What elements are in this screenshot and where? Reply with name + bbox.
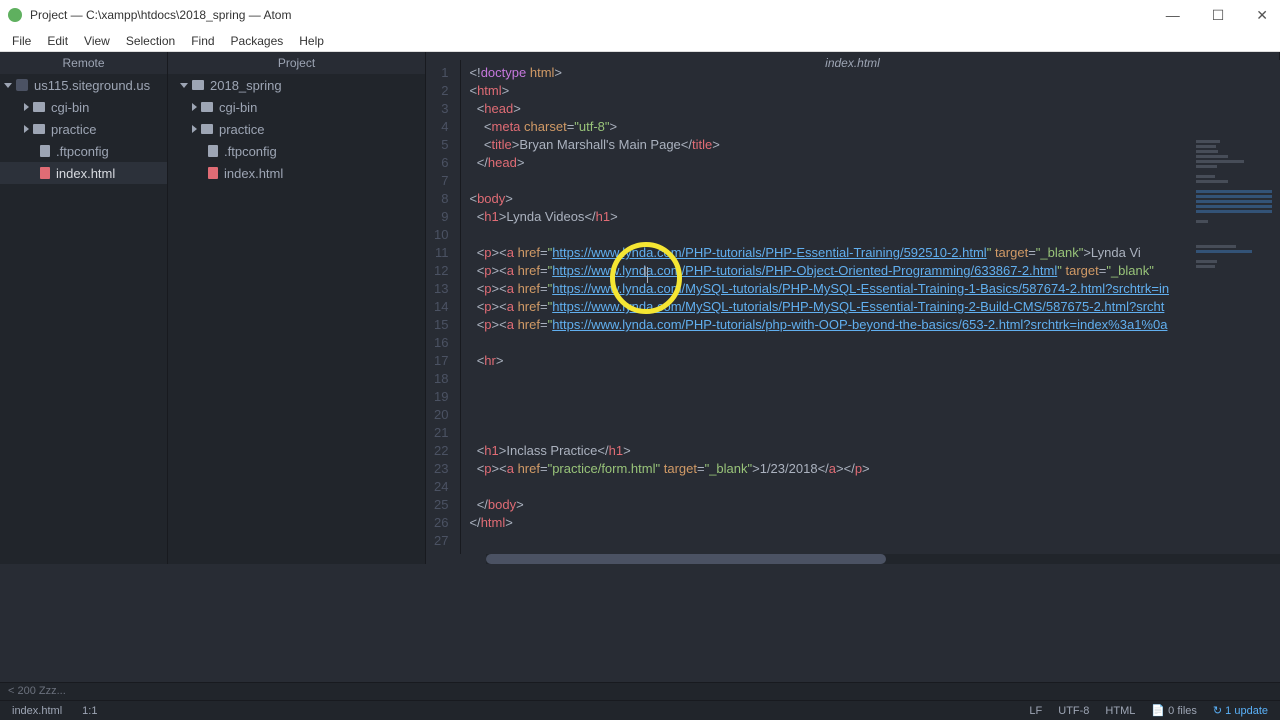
tree-item-label: .ftpconfig [56, 144, 109, 159]
menu-edit[interactable]: Edit [39, 32, 76, 50]
chevron-right-icon [192, 103, 197, 111]
horizontal-scrollbar[interactable] [486, 554, 1280, 564]
menu-selection[interactable]: Selection [118, 32, 183, 50]
tree-item-label: cgi-bin [51, 100, 89, 115]
folder-icon [33, 102, 45, 112]
status-update[interactable]: ↻ 1 update [1213, 704, 1268, 717]
project-pane-header: Project [168, 52, 426, 74]
menu-bar: File Edit View Selection Find Packages H… [0, 30, 1280, 52]
tree-item[interactable]: practice [168, 118, 425, 140]
status-language[interactable]: HTML [1105, 705, 1135, 717]
folder-icon [192, 80, 204, 90]
menu-help[interactable]: Help [291, 32, 332, 50]
remote-pane-header: Remote [0, 52, 168, 74]
tree-item-label: cgi-bin [219, 100, 257, 115]
code-content[interactable]: <!doctype html><html> <head> <meta chars… [461, 60, 1169, 554]
atom-icon [8, 8, 22, 22]
project-tree[interactable]: 2018_spring cgi-bin practice .ftpconfig ind… [168, 74, 426, 564]
tree-item-label: practice [51, 122, 97, 137]
line-gutter: 1234567891011121314151617181920212223242… [426, 60, 461, 554]
tree-item-label: practice [219, 122, 265, 137]
tree-item[interactable]: cgi-bin [168, 96, 425, 118]
close-button[interactable]: ✕ [1252, 7, 1272, 24]
tree-item-label: .ftpconfig [224, 144, 277, 159]
tree-item[interactable]: index.html [168, 162, 425, 184]
menu-packages[interactable]: Packages [223, 32, 292, 50]
remote-tree[interactable]: us115.siteground.us cgi-bin practice .ftpc… [0, 74, 168, 564]
menu-file[interactable]: File [4, 32, 39, 50]
menu-view[interactable]: View [76, 32, 118, 50]
tree-item-label: index.html [224, 166, 283, 181]
server-icon [16, 79, 28, 91]
chevron-down-icon [180, 83, 188, 88]
folder-icon [33, 124, 45, 134]
file-icon [208, 145, 218, 157]
chevron-right-icon [192, 125, 197, 133]
project-root[interactable]: 2018_spring [168, 74, 425, 96]
window-title: Project — C:\xampp\htdocs\2018_spring — … [30, 8, 291, 22]
tree-item[interactable]: index.html [0, 162, 167, 184]
status-encoding[interactable]: UTF-8 [1058, 705, 1089, 717]
menu-find[interactable]: Find [183, 32, 222, 50]
tree-item[interactable]: .ftpconfig [0, 140, 167, 162]
tree-item[interactable]: cgi-bin [0, 96, 167, 118]
code-editor[interactable]: 1234567891011121314151617181920212223242… [426, 60, 1280, 554]
status-bar: index.html 1:1 LF UTF-8 HTML 📄 0 files ↻… [0, 700, 1280, 720]
chevron-right-icon [24, 125, 29, 133]
chevron-down-icon [4, 83, 12, 88]
remote-root[interactable]: us115.siteground.us [0, 74, 167, 96]
status-files[interactable]: 📄 0 files [1151, 704, 1197, 717]
tree-item-label: index.html [56, 166, 115, 181]
title-bar: Project — C:\xampp\htdocs\2018_spring — … [0, 0, 1280, 30]
tree-item[interactable]: practice [0, 118, 167, 140]
minimap[interactable] [1196, 140, 1276, 260]
folder-icon [201, 124, 213, 134]
status-cursor-pos[interactable]: 1:1 [82, 705, 97, 717]
scroll-thumb[interactable] [486, 554, 886, 564]
hint-bar: < 200 Zzz... [0, 682, 1280, 700]
html-file-icon [40, 167, 50, 179]
file-icon [40, 145, 50, 157]
maximize-button[interactable]: ☐ [1208, 7, 1229, 24]
minimize-button[interactable]: — [1162, 7, 1184, 24]
window-controls: — ☐ ✕ [1162, 7, 1272, 24]
folder-icon [201, 102, 213, 112]
editor-pane: index.html 12345678910111213141516171819… [426, 52, 1280, 564]
status-eol[interactable]: LF [1029, 705, 1042, 717]
tree-item[interactable]: .ftpconfig [168, 140, 425, 162]
status-file[interactable]: index.html [12, 705, 62, 717]
html-file-icon [208, 167, 218, 179]
chevron-right-icon [24, 103, 29, 111]
